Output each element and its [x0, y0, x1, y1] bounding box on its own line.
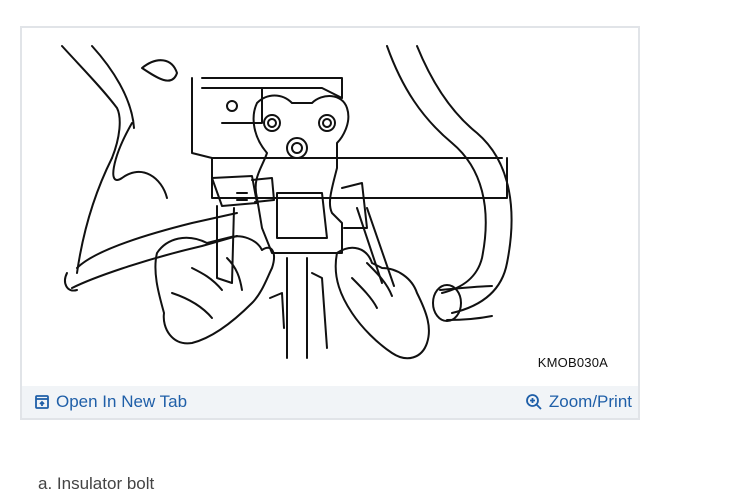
zoom-print-label: Zoom/Print	[548, 392, 632, 411]
figure-card: KMOB030A Open In New Tab Zoom/Print	[20, 26, 640, 420]
open-in-new-tab-icon	[35, 395, 49, 409]
figure-caption: a. Insulator bolt	[38, 474, 155, 493]
insulator-bolt-illustration[interactable]: KMOB030A	[22, 28, 638, 388]
zoom-in-icon	[525, 394, 542, 410]
open-in-new-tab-label: Open In New Tab	[56, 392, 188, 411]
figure-footer: Open In New Tab Zoom/Print	[22, 386, 638, 418]
zoom-print-button[interactable]: Zoom/Print	[525, 392, 632, 412]
open-in-new-tab-button[interactable]: Open In New Tab	[34, 392, 187, 412]
figure-code-label: KMOB030A	[537, 355, 608, 370]
